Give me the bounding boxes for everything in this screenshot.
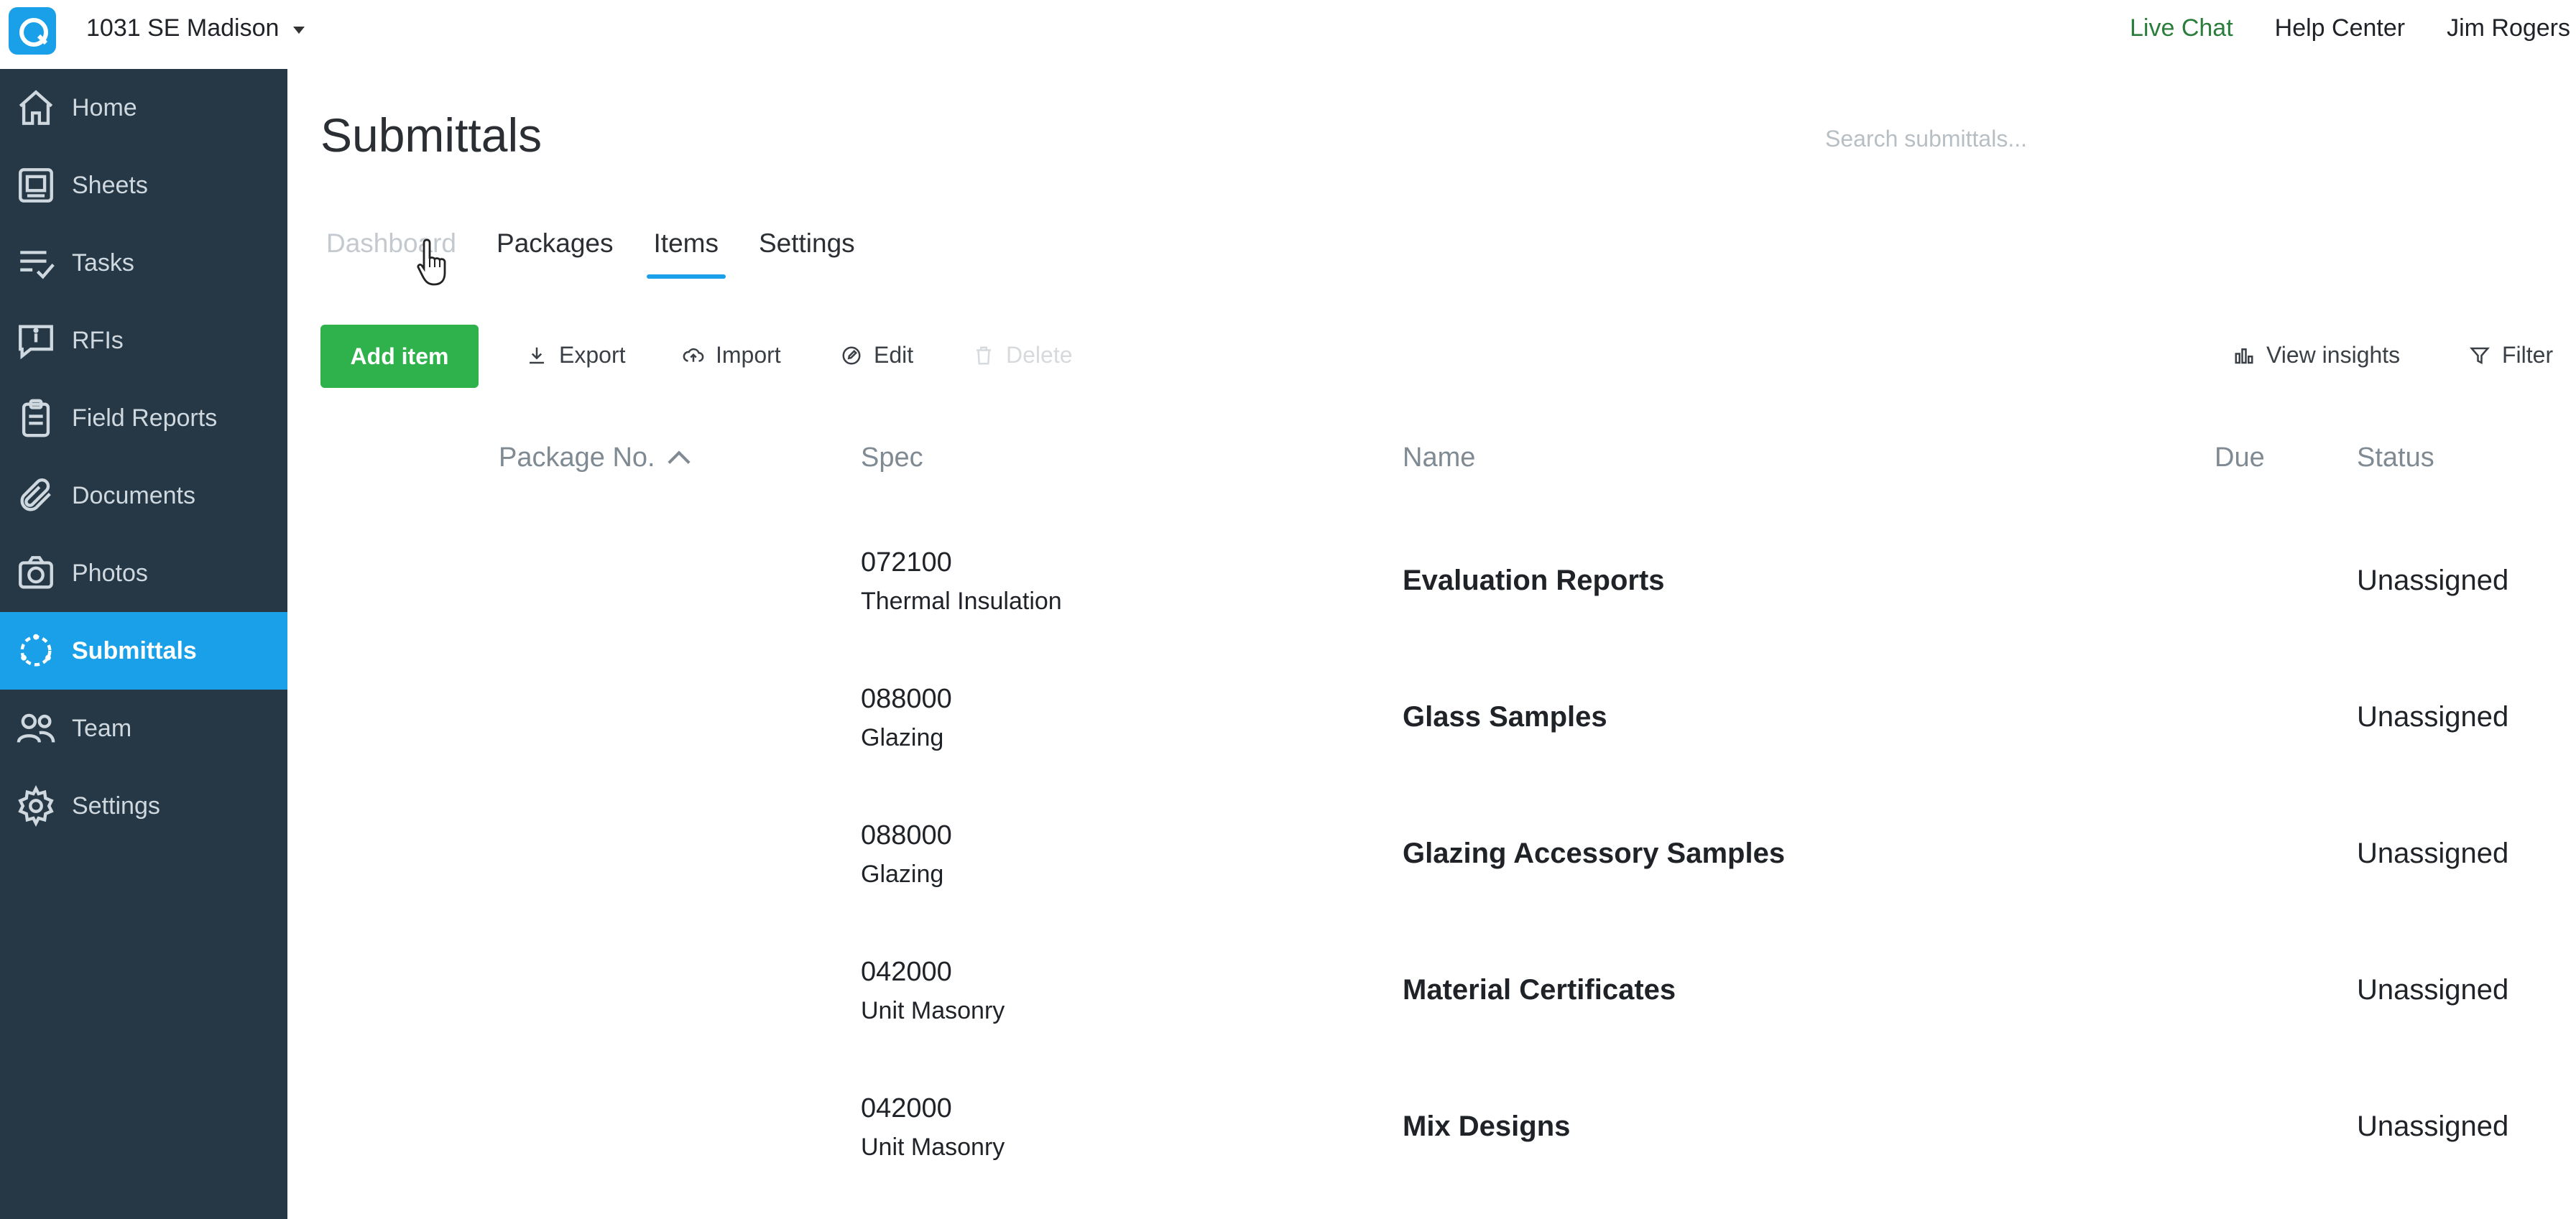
top-bar: 1031 SE Madison Live Chat Help Center Ji… xyxy=(0,0,2576,69)
spec-name: Unit Masonry xyxy=(861,997,1005,1024)
filter-button[interactable]: Filter xyxy=(2469,342,2553,369)
status-label: Unassigned xyxy=(2357,1111,2509,1142)
spec-name: Unit Masonry xyxy=(861,1134,1005,1161)
sidebar-item-field-reports[interactable]: Field Reports xyxy=(0,379,287,457)
table-row[interactable]: 088000 Glazing Glazing Accessory Samples… xyxy=(0,805,2576,941)
sidebar-item-label: Home xyxy=(72,93,137,121)
column-header-label: Spec xyxy=(861,442,923,473)
chevron-down-icon xyxy=(293,26,305,34)
user-menu[interactable]: Jim Rogers xyxy=(2447,14,2570,42)
sidebar-item-rfis[interactable]: RFIs xyxy=(0,302,287,379)
tasks-icon xyxy=(0,242,72,284)
tab-bar: Dashboard Packages Items Settings xyxy=(326,228,895,279)
filter-label: Filter xyxy=(2502,342,2554,368)
delete-button[interactable]: Delete xyxy=(973,342,1073,369)
toolbar: Add item Export Import Edit Delete View … xyxy=(320,325,2576,391)
delete-label: Delete xyxy=(1006,342,1073,368)
table-row[interactable]: 072100 Thermal Insulation Evaluation Rep… xyxy=(0,532,2576,668)
tab-items[interactable]: Items xyxy=(646,228,726,279)
column-header-status[interactable]: Status xyxy=(2357,442,2434,473)
add-item-button[interactable]: Add item xyxy=(320,325,479,388)
insights-chart-icon xyxy=(2235,348,2253,363)
rfi-icon xyxy=(0,320,72,361)
pencil-icon xyxy=(842,346,861,364)
help-center-link[interactable]: Help Center xyxy=(2275,14,2405,42)
column-header-label: Name xyxy=(1403,442,1476,473)
project-selector[interactable]: 1031 SE Madison xyxy=(86,14,305,42)
sheets-icon xyxy=(0,164,72,206)
spec-name: Glazing xyxy=(861,724,944,751)
sidebar-item-label: Field Reports xyxy=(72,404,218,432)
item-name[interactable]: Material Certificates xyxy=(1403,974,1676,1006)
column-header-due[interactable]: Due xyxy=(2215,442,2265,473)
trash-icon xyxy=(977,346,991,364)
edit-button[interactable]: Edit xyxy=(841,342,913,369)
tab-packages[interactable]: Packages xyxy=(497,228,614,279)
table-row[interactable]: 088000 Glazing Glass Samples Unassigned xyxy=(0,668,2576,805)
sidebar-item-label: Sheets xyxy=(72,171,148,199)
spec-name: Glazing xyxy=(861,861,944,888)
item-name[interactable]: Mix Designs xyxy=(1403,1111,1570,1143)
item-name[interactable]: Evaluation Reports xyxy=(1403,565,1665,597)
sidebar-item-label: RFIs xyxy=(72,326,124,354)
table-row[interactable]: 042000 Unit Masonry Material Certificate… xyxy=(0,941,2576,1077)
app-logo-icon[interactable] xyxy=(9,7,56,55)
tab-settings[interactable]: Settings xyxy=(759,228,855,279)
sort-ascending-icon[interactable] xyxy=(668,450,691,473)
column-header-label: Package No. xyxy=(499,442,655,473)
table-row[interactable]: 042000 Unit Masonry Mix Designs Unassign… xyxy=(0,1077,2576,1214)
filter-icon xyxy=(2469,347,2490,364)
status-label: Unassigned xyxy=(2357,701,2509,733)
sidebar-item-label: Tasks xyxy=(72,249,134,277)
sidebar-item-tasks[interactable]: Tasks xyxy=(0,224,287,302)
page-title: Submittals xyxy=(320,108,543,162)
spec-code: 088000 xyxy=(861,684,952,714)
item-name[interactable]: Glazing Accessory Samples xyxy=(1403,838,1785,870)
view-insights-label: View insights xyxy=(2266,342,2401,368)
export-label: Export xyxy=(559,342,626,368)
edit-label: Edit xyxy=(874,342,914,368)
spec-code: 042000 xyxy=(861,957,952,987)
sidebar-item-home[interactable]: Home xyxy=(0,69,287,147)
spec-code: 088000 xyxy=(861,820,952,850)
download-icon xyxy=(530,347,544,363)
status-label: Unassigned xyxy=(2357,565,2509,596)
column-header-package-no[interactable]: Package No. xyxy=(499,442,691,473)
spec-code: 042000 xyxy=(861,1093,952,1123)
column-header-label: Status xyxy=(2357,442,2434,473)
import-button[interactable]: Import xyxy=(683,342,781,369)
item-name[interactable]: Glass Samples xyxy=(1403,701,1607,733)
status-label: Unassigned xyxy=(2357,974,2509,1006)
sidebar-item-documents[interactable]: Documents xyxy=(0,457,287,534)
top-links: Live Chat Help Center Jim Rogers xyxy=(2130,14,2570,42)
column-header-spec[interactable]: Spec xyxy=(861,442,923,473)
search-input[interactable] xyxy=(1825,121,2228,157)
column-header-name[interactable]: Name xyxy=(1403,442,1475,473)
live-chat-link[interactable]: Live Chat xyxy=(2130,14,2233,42)
spec-name: Thermal Insulation xyxy=(861,588,1062,615)
home-icon xyxy=(0,87,72,129)
sidebar-item-sheets[interactable]: Sheets xyxy=(0,147,287,224)
clipboard-icon xyxy=(0,397,72,439)
sidebar-item-label: Documents xyxy=(72,481,195,509)
import-label: Import xyxy=(716,342,781,368)
cloud-upload-icon xyxy=(683,348,704,362)
view-insights-button[interactable]: View insights xyxy=(2233,342,2400,369)
export-button[interactable]: Export xyxy=(526,342,625,369)
paperclip-icon xyxy=(0,475,72,516)
column-header-label: Due xyxy=(2215,442,2265,473)
hand-cursor-icon xyxy=(417,238,446,286)
status-label: Unassigned xyxy=(2357,838,2509,869)
spec-code: 072100 xyxy=(861,547,952,578)
project-name: 1031 SE Madison xyxy=(86,14,280,42)
